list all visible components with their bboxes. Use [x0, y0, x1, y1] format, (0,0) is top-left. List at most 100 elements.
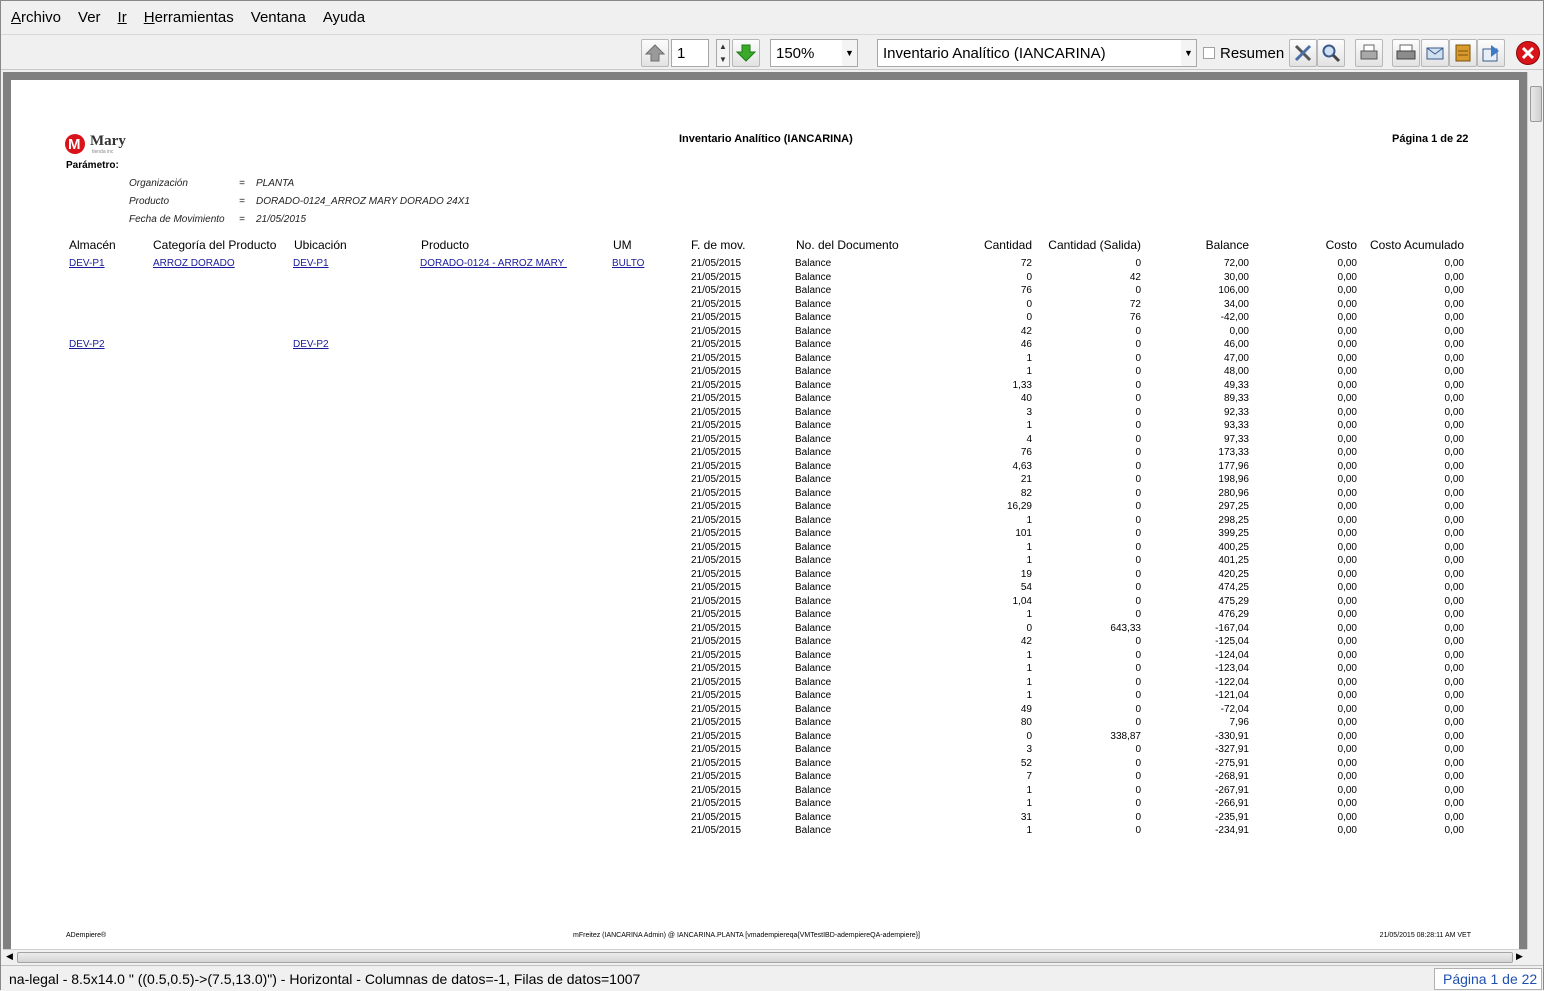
cell-fecha: 21/05/2015 [691, 663, 742, 674]
col-costo-acumulado: Costo Acumulado [1369, 238, 1464, 252]
cell-documento: Balance [795, 609, 832, 620]
param-value: PLANTA [256, 178, 295, 189]
cell-salida: 0 [1135, 352, 1141, 364]
menu-ver[interactable]: Ver [78, 9, 101, 26]
horizontal-scrollbar[interactable]: ◀ ▶ [3, 949, 1527, 965]
menu-ir[interactable]: Ir [118, 9, 127, 26]
cell-documento: Balance [795, 825, 832, 836]
previous-page-button[interactable] [641, 39, 669, 67]
page-number-input[interactable]: 1 [671, 39, 709, 67]
find-button[interactable] [1317, 39, 1345, 67]
report-dropdown-arrow[interactable]: ▼ [1181, 39, 1197, 67]
cell-documento: Balance [795, 528, 832, 539]
cell-costo: 0,00 [1337, 420, 1357, 431]
cell-cantidad: 42 [1020, 325, 1032, 337]
customize-button[interactable] [1289, 39, 1317, 67]
footer-right: 21/05/2015 08:28:11 AM VET [1379, 932, 1471, 939]
cell-costo: 0,00 [1337, 514, 1357, 526]
zoom-dropdown-arrow[interactable]: ▼ [842, 39, 858, 67]
cell-fecha: 21/05/2015 [691, 730, 742, 742]
col-cantidad-salida: Cantidad (Salida) [1048, 238, 1141, 252]
cell-costo-acumulado: 0,00 [1444, 406, 1464, 418]
cell-cantidad: 1 [1026, 663, 1032, 674]
cell-documento: Balance [795, 771, 832, 782]
cell-balance: -275,91 [1215, 757, 1249, 769]
scroll-left-icon[interactable]: ◀ [6, 951, 13, 962]
param-name: Fecha de Movimiento [129, 214, 225, 225]
menu-herramientas[interactable]: Herramientas [144, 9, 234, 26]
report-viewport[interactable]: M Mary tienda inc Inventario Analítico (… [3, 72, 1527, 949]
arrow-up-icon [645, 44, 665, 62]
cell-cantidad: 1 [1026, 609, 1032, 620]
zoom-icon [1322, 44, 1341, 63]
cell-cantidad: 42 [1020, 636, 1032, 647]
vertical-scrollbar[interactable] [1527, 72, 1543, 949]
cell-balance: -72,04 [1220, 703, 1249, 715]
print-icon [1360, 44, 1378, 60]
cell-balance: -125,04 [1215, 636, 1249, 647]
cell-costo: 0,00 [1337, 771, 1357, 782]
cell-balance: -121,04 [1215, 690, 1249, 701]
menu-ventana[interactable]: Ventana [251, 9, 306, 26]
cell-cantidad: 31 [1020, 811, 1032, 823]
table-row: 21/05/2015 Balance 52 0 -275,91 0,00 0,00 [11, 758, 1519, 772]
cell-costo: 0,00 [1337, 285, 1357, 296]
menu-archivo-rest: rchivo [21, 9, 62, 26]
horizontal-scroll-thumb[interactable] [17, 952, 1513, 963]
cell-documento: Balance [795, 487, 832, 499]
cell-fecha: 21/05/2015 [691, 649, 742, 661]
cell-costo-acumulado: 0,00 [1444, 420, 1464, 431]
toolbar: 1 ▲ ▼ 150% ▼ Inventario Analítico (IANCAR… [1, 36, 1543, 70]
cell-cantidad: 54 [1020, 582, 1032, 593]
cell-costo: 0,00 [1337, 717, 1357, 728]
cell-balance: 420,25 [1218, 568, 1249, 580]
send-mail-button[interactable] [1421, 39, 1449, 67]
cell-costo: 0,00 [1337, 325, 1357, 337]
cell-costo-acumulado: 0,00 [1444, 663, 1464, 674]
print-setup-button[interactable] [1392, 39, 1420, 67]
cell-fecha: 21/05/2015 [691, 271, 742, 283]
cell-fecha: 21/05/2015 [691, 771, 742, 782]
cell-cantidad: 101 [1015, 528, 1032, 539]
export-button[interactable] [1477, 39, 1505, 67]
cell-salida: 0 [1135, 474, 1141, 485]
cell-balance: 198,96 [1218, 474, 1249, 485]
archive-button[interactable] [1449, 39, 1477, 67]
report-select[interactable]: Inventario Analítico (IANCARINA) [877, 39, 1182, 67]
table-row: 21/05/2015 Balance 76 0 106,00 0,00 0,00 [11, 285, 1519, 299]
cell-fecha: 21/05/2015 [691, 312, 742, 323]
page-spinner[interactable]: ▲ ▼ [716, 39, 730, 67]
vertical-scroll-thumb[interactable] [1530, 86, 1542, 122]
cell-fecha: 21/05/2015 [691, 609, 742, 620]
cell-costo-acumulado: 0,00 [1444, 514, 1464, 526]
cell-costo: 0,00 [1337, 487, 1357, 499]
menu-ayuda[interactable]: Ayuda [323, 9, 365, 26]
param-value: 21/05/2015 [256, 214, 307, 225]
print-button[interactable] [1355, 39, 1383, 67]
cell-cantidad: 80 [1020, 717, 1032, 728]
summary-checkbox[interactable] [1203, 47, 1215, 59]
scroll-right-icon[interactable]: ▶ [1516, 951, 1523, 962]
cell-salida: 0 [1135, 595, 1141, 607]
menu-archivo[interactable]: Archivo [11, 9, 61, 26]
cell-costo-acumulado: 0,00 [1444, 541, 1464, 553]
cell-costo: 0,00 [1337, 474, 1357, 485]
table-row: 21/05/2015 Balance 82 0 280,96 0,00 0,00 [11, 488, 1519, 502]
cell-balance: 7,96 [1229, 717, 1249, 728]
next-page-button[interactable] [732, 39, 760, 67]
cell-cantidad: 4,63 [1012, 460, 1032, 472]
cell-salida: 0 [1135, 393, 1141, 404]
cell-cantidad: 1 [1026, 514, 1032, 526]
cell-salida: 0 [1135, 717, 1141, 728]
close-report-button[interactable] [1514, 39, 1542, 67]
table-row: 21/05/2015 Balance 19 0 420,25 0,00 0,00 [11, 569, 1519, 583]
cell-balance: -42,00 [1220, 312, 1249, 323]
cell-costo: 0,00 [1337, 501, 1357, 512]
cell-fecha: 21/05/2015 [691, 352, 742, 364]
cell-documento: Balance [795, 663, 832, 674]
zoom-select[interactable]: 150% [770, 39, 843, 67]
cell-balance: -124,04 [1215, 649, 1249, 661]
cell-cantidad: 0 [1026, 271, 1032, 283]
cell-fecha: 21/05/2015 [691, 379, 742, 391]
cell-salida: 0 [1135, 568, 1141, 580]
